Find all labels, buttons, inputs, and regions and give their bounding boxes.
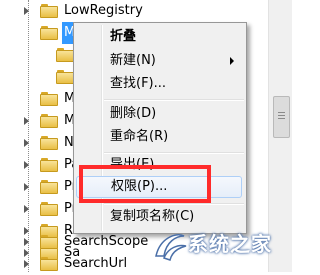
folder-icon [40,180,58,194]
folder-icon [40,4,58,18]
submenu-arrow-icon [230,57,234,65]
folder-icon [40,202,58,216]
menu-item-new[interactable]: 新建(N) [76,50,242,72]
folder-icon [40,114,58,128]
grip-line [278,118,285,119]
menu-separator [104,203,244,205]
scrollbar-thumb[interactable] [273,96,290,138]
menu-item-label: 查找(F)... [110,76,167,91]
folder-open-icon [40,26,58,40]
menu-item-delete[interactable]: 删除(D) [76,103,242,125]
menu-item-label: 新建(N) [110,53,156,68]
menu-item-label: 折叠 [110,29,137,44]
watermark: 系统之家 [150,224,291,272]
folder-icon [56,48,74,62]
folder-icon [40,257,58,271]
folder-icon [56,70,74,84]
menu-item-collapse[interactable]: 折叠 [76,26,242,48]
folder-icon [40,235,58,249]
tree-row-label: LowRegistry [64,3,143,18]
menu-item-label: 重命名(R) [110,129,169,144]
expand-arrow-icon[interactable] [24,260,29,268]
folder-icon [40,158,58,172]
watermark-logo-icon [155,234,187,261]
expand-arrow-icon[interactable] [24,205,29,213]
menu-item-rename[interactable]: 重命名(R) [76,126,242,148]
expand-arrow-icon[interactable] [24,117,29,125]
expand-arrow-icon[interactable] [24,249,29,257]
menu-item-label: 删除(D) [110,106,157,121]
menu-item-find[interactable]: 查找(F)... [76,73,242,95]
annotation-highlight-box [79,165,211,203]
folder-icon [40,136,58,150]
expand-arrow-icon[interactable] [24,139,29,147]
watermark-text: 系统之家 [188,232,272,256]
grip-line [278,112,285,113]
tree-row-label: SearchScope [64,234,149,249]
grip-line [278,115,285,116]
folder-icon [40,92,58,106]
expand-arrow-icon[interactable] [24,183,29,191]
expand-arrow-icon[interactable] [24,227,29,235]
expand-arrow-icon[interactable] [24,161,29,169]
menu-separator [104,99,244,101]
expand-arrow-icon[interactable] [24,238,29,246]
expand-arrow-icon[interactable] [24,7,29,15]
